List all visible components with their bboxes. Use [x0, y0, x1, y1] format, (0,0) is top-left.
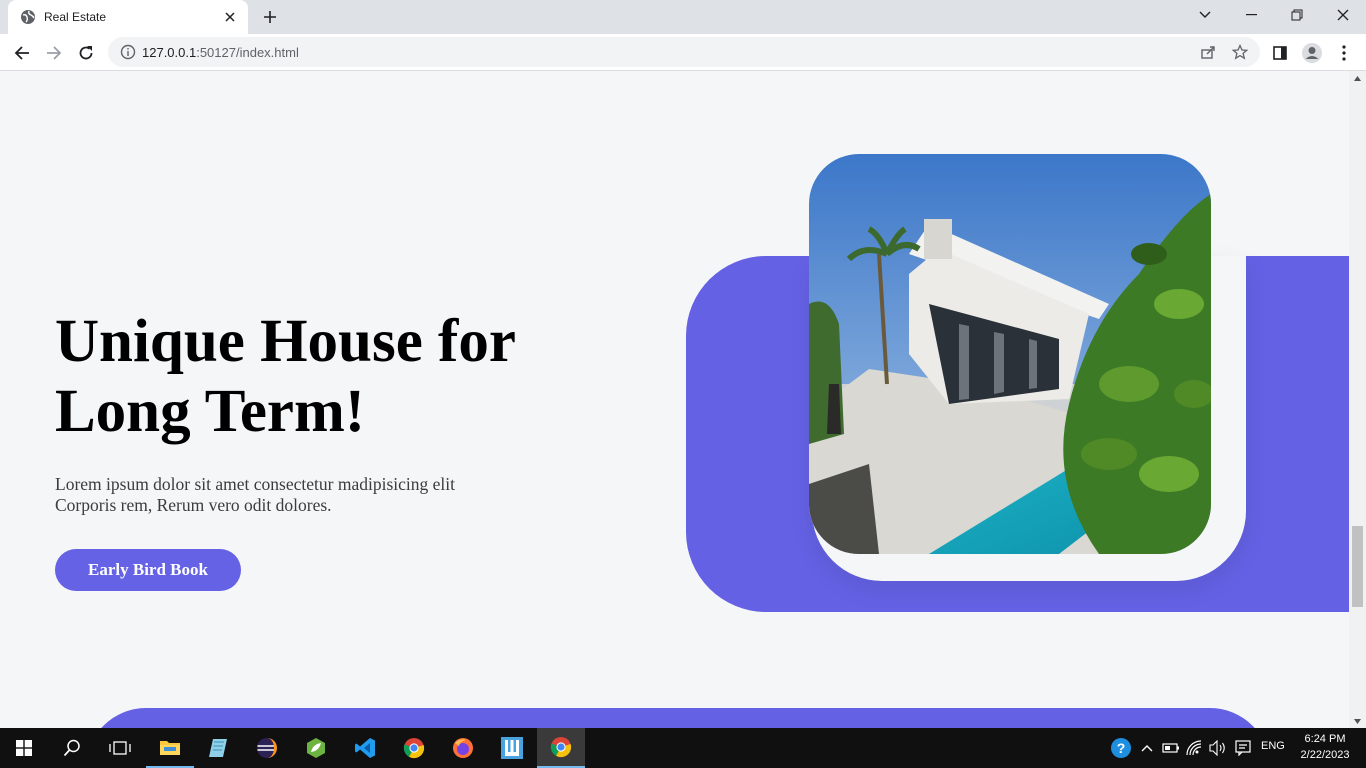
hero-title: Unique House for Long Term!	[55, 307, 575, 447]
early-bird-book-button[interactable]: Early Bird Book	[55, 549, 241, 591]
next-section-band	[86, 708, 1270, 728]
address-bar[interactable]: 127.0.0.1:50127/index.html	[108, 37, 1260, 67]
wifi-icon[interactable]	[1185, 738, 1205, 758]
browser-toolbar: 127.0.0.1:50127/index.html	[0, 34, 1366, 71]
page-viewport: Unique House for Long Term! Lorem ipsum …	[0, 71, 1349, 728]
menu-kebab-icon[interactable]	[1330, 39, 1358, 67]
file-explorer-icon[interactable]	[146, 728, 194, 768]
clock-date: 2/22/2023	[1300, 749, 1350, 761]
eclipse-icon[interactable]	[243, 728, 291, 768]
tab-strip: Real Estate	[0, 0, 1366, 34]
chrome-active-icon[interactable]	[537, 728, 585, 768]
battery-icon[interactable]	[1161, 738, 1181, 758]
browser-tab[interactable]: Real Estate	[8, 0, 248, 34]
system-clock[interactable]: 6:24 PM 2/22/2023	[1296, 731, 1354, 763]
notification-icon[interactable]	[1233, 738, 1253, 758]
minimize-icon[interactable]	[1228, 0, 1274, 30]
notepad-icon[interactable]	[194, 728, 242, 768]
firefox-icon[interactable]	[439, 728, 487, 768]
clock-time: 6:24 PM	[1304, 733, 1346, 745]
hero-title-line2: Long Term!	[55, 378, 366, 445]
url-text: 127.0.0.1:50127/index.html	[142, 44, 299, 60]
language-indicator[interactable]: ENG	[1261, 740, 1285, 752]
new-tab-button[interactable]	[258, 6, 282, 28]
scroll-up-arrow-icon[interactable]	[1349, 71, 1366, 85]
restore-icon[interactable]	[1274, 0, 1320, 30]
close-tab-icon[interactable]	[222, 9, 238, 25]
house-image	[809, 154, 1211, 554]
svg-text:?: ?	[1117, 740, 1126, 756]
profile-avatar-icon[interactable]	[1298, 39, 1326, 67]
side-panel-icon[interactable]	[1266, 39, 1294, 67]
share-icon[interactable]	[1198, 42, 1218, 62]
forward-icon[interactable]	[40, 39, 68, 67]
volume-icon[interactable]	[1208, 738, 1228, 758]
help-icon[interactable]: ?	[1109, 736, 1133, 760]
start-icon[interactable]	[0, 728, 48, 768]
chrome-icon[interactable]	[390, 728, 438, 768]
back-icon[interactable]	[8, 39, 36, 67]
windows-taskbar: ? ENG 6:24 PM 2/22/2023	[0, 728, 1366, 768]
bookmark-star-icon[interactable]	[1230, 42, 1250, 62]
app-icon[interactable]	[488, 728, 536, 768]
spring-tool-icon[interactable]	[292, 728, 340, 768]
close-window-icon[interactable]	[1320, 0, 1366, 30]
tab-title: Real Estate	[44, 10, 107, 24]
hero-description: Lorem ipsum dolor sit amet consectetur m…	[55, 474, 455, 515]
page-scrollbar[interactable]	[1349, 71, 1366, 728]
scroll-down-arrow-icon[interactable]	[1349, 714, 1366, 728]
search-icon[interactable]	[48, 728, 96, 768]
show-hidden-icons-chevron-icon[interactable]	[1137, 738, 1157, 758]
reload-icon[interactable]	[72, 39, 100, 67]
site-info-icon[interactable]	[120, 44, 136, 60]
task-view-icon[interactable]	[96, 728, 144, 768]
scroll-thumb[interactable]	[1352, 526, 1363, 607]
tab-search-icon[interactable]	[1182, 0, 1228, 30]
vscode-icon[interactable]	[341, 728, 389, 768]
hero-title-line1: Unique House for	[55, 308, 516, 375]
globe-icon	[20, 9, 36, 25]
